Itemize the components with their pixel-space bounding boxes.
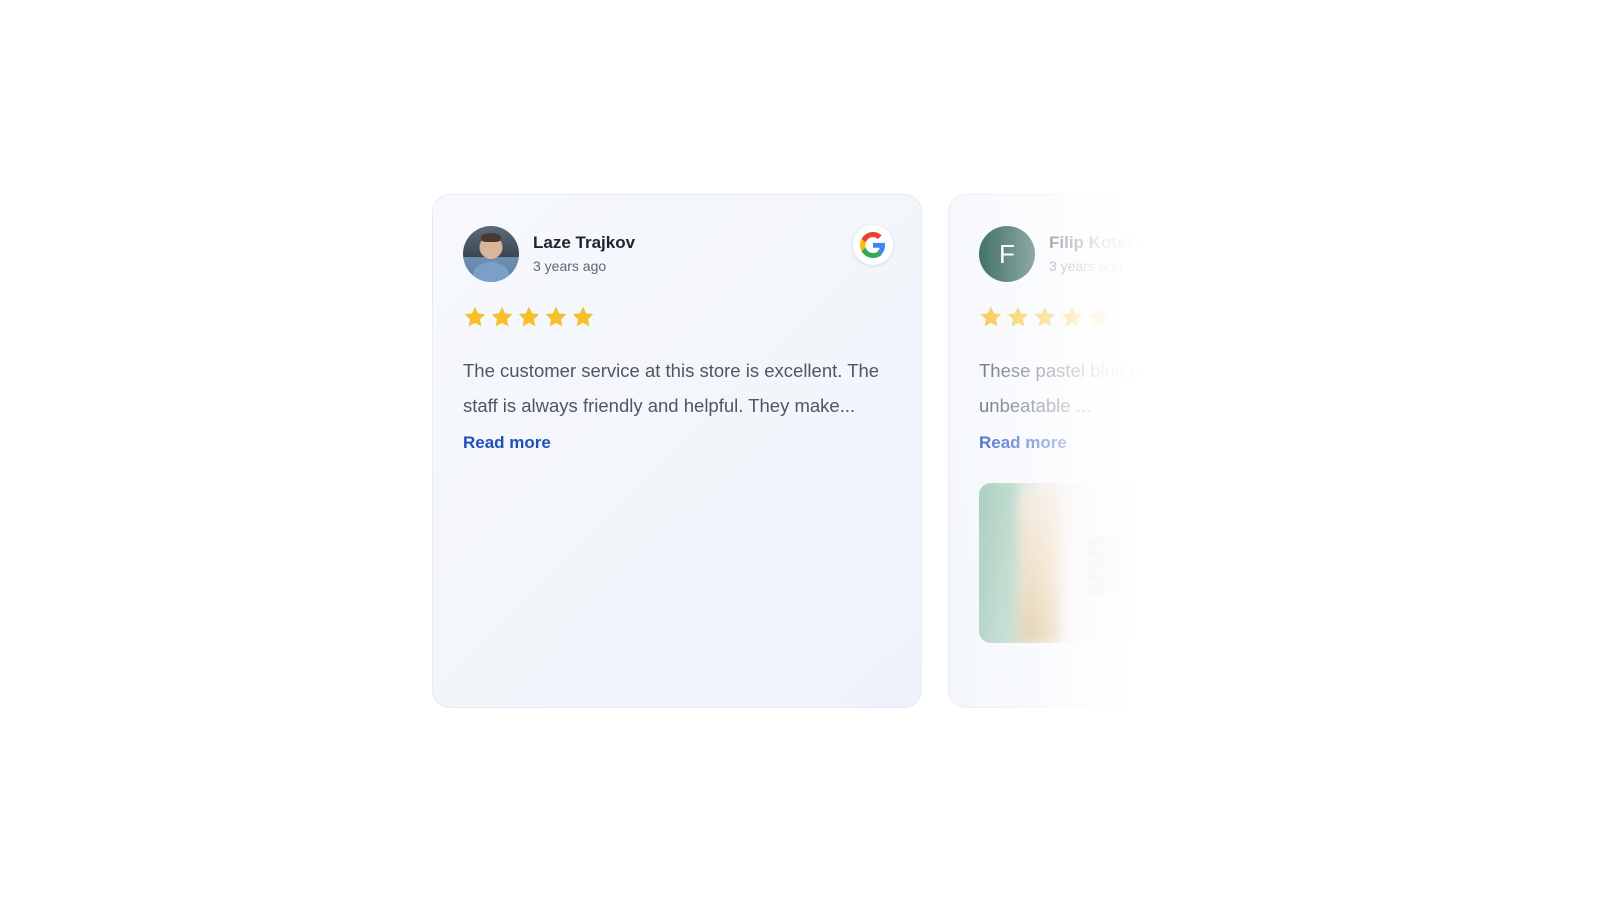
avatar <box>463 226 519 282</box>
photo-detail <box>1019 493 1059 643</box>
read-more-link[interactable]: Read more <box>979 431 1067 455</box>
author-name: Filip Koteski <box>1049 233 1151 252</box>
review-text: These pastel blue pants eye-catching col… <box>979 360 1200 416</box>
star-icon <box>1034 306 1056 327</box>
review-header: F Filip Koteski 3 years ago <box>979 225 1200 283</box>
review-header: Laze Trajkov 3 years ago <box>463 225 891 283</box>
review-text: The customer service at this store is ex… <box>463 360 880 416</box>
star-icon <box>980 306 1002 327</box>
avatar-hair <box>481 233 501 242</box>
star-rating <box>463 305 891 331</box>
carousel-track: Laze Trajkov 3 years ago The customer se… <box>432 194 1200 714</box>
photo-detail <box>979 483 1019 643</box>
review-card: Laze Trajkov 3 years ago The customer se… <box>432 194 922 708</box>
star-icon <box>1007 306 1029 327</box>
author-info: Filip Koteski 3 years ago <box>1049 232 1150 276</box>
star-rating <box>979 305 1200 331</box>
star-icon <box>572 306 594 327</box>
star-icon <box>464 306 486 327</box>
photo-detail <box>1089 533 1149 593</box>
avatar-shoulders <box>473 262 509 282</box>
star-icon <box>1061 306 1083 327</box>
review-time: 3 years ago <box>533 258 607 274</box>
page: Laze Trajkov 3 years ago The customer se… <box>0 0 1600 900</box>
review-time: 3 years ago <box>1049 258 1123 274</box>
star-icon <box>518 306 540 327</box>
author-name: Laze Trajkov <box>533 233 636 252</box>
review-photo[interactable] <box>979 483 1187 643</box>
google-icon <box>853 225 893 265</box>
review-card: F Filip Koteski 3 years ago These pastel… <box>948 194 1200 708</box>
read-more-link[interactable]: Read more <box>463 431 551 455</box>
star-icon <box>491 306 513 327</box>
google-logo-svg <box>860 232 885 258</box>
star-icon <box>545 306 567 327</box>
author-info: Laze Trajkov 3 years ago <box>533 232 635 276</box>
avatar: F <box>979 226 1035 282</box>
star-icon <box>1088 306 1110 327</box>
reviews-carousel: Laze Trajkov 3 years ago The customer se… <box>432 194 1200 714</box>
